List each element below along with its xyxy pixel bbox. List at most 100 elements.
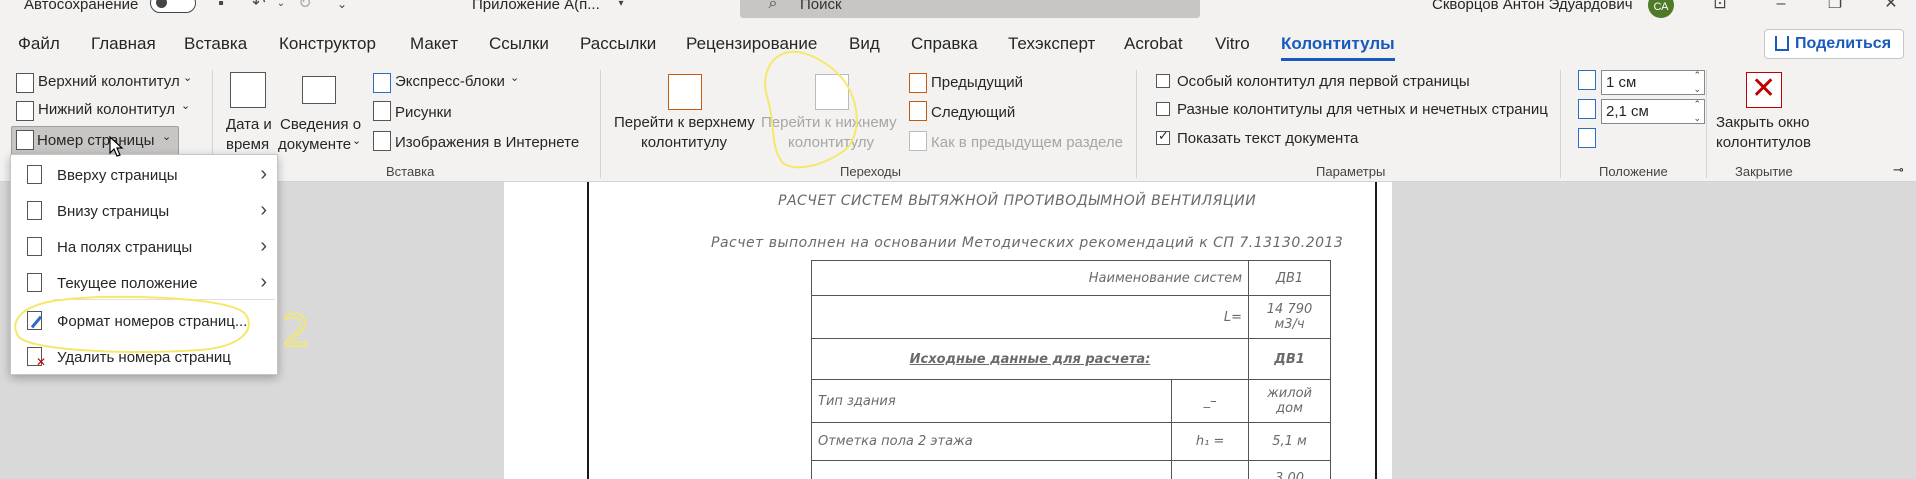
close-window-icon[interactable]: ✕ [1882,0,1900,14]
online-pictures-button[interactable]: Изображения в Интернете [395,134,579,151]
submenu-arrow-icon: › [260,199,267,221]
document-page[interactable]: РАСЧЕТ СИСТЕМ ВЫТЯЖНОЙ ПРОТИВОДЫМНОЙ ВЕН… [504,182,1392,479]
tab-review[interactable]: Рецензирование [686,34,817,54]
spinner-arrows-icon[interactable]: ⌃ ⌄ [1693,68,1701,96]
next-button[interactable]: Следующий [931,104,1015,121]
menu-item-format-page-numbers[interactable]: Формат номеров страниц... [11,305,279,339]
header-position-spinner[interactable]: 1 см ⌃ ⌄ [1601,70,1705,95]
tab-acrobat[interactable]: Acrobat [1124,34,1183,54]
menu-item-label: Вверху страницы [57,167,178,184]
tab-references[interactable]: Ссылки [489,34,549,54]
avatar[interactable]: СА [1648,0,1674,18]
ribbon-display-icon[interactable]: ⊡ [1711,0,1729,14]
annotation-mark: 2 [282,306,310,357]
pictures-button[interactable]: Рисунки [395,104,452,121]
doc-info-button[interactable]: Сведения о [280,116,361,133]
header-dropdown-icon[interactable]: ⌄ [183,71,192,84]
table-cell: Отметка пола 2 этажа [810,422,1173,461]
save-icon[interactable]: ▪ [212,0,230,14]
table-cell [1171,460,1250,479]
menu-item-bottom-of-page[interactable]: Внизу страницы › [11,195,279,229]
goto-footer-label-2: колонтитулу [788,134,875,151]
close-header-footer-label-2: колонтитулов [1716,134,1811,151]
page-number-icon [16,130,34,150]
checkmark-icon: ✓ [1158,128,1169,143]
group-insert: Вставка [386,164,435,179]
close-header-footer-button[interactable]: Закрыть окно [1716,114,1809,131]
tab-mailings[interactable]: Рассылки [580,34,656,54]
search-placeholder: Поиск [800,0,842,13]
menu-item-page-margins[interactable]: На полях страницы › [11,231,279,265]
menu-item-remove-page-numbers[interactable]: ✕ Удалить номера страниц [11,341,279,375]
separator [600,70,601,178]
table-row: L= 14 790 м3/ч [810,295,1331,339]
goto-header-button[interactable]: Перейти к верхнему [614,114,755,131]
table-cell: 14 790 м3/ч [1248,295,1331,339]
different-first-label: Особый колонтитул для первой страницы [1177,73,1470,90]
insert-alignment-tab-icon[interactable] [1578,128,1596,148]
user-name[interactable]: Скворцов Антон Эдуардович [1432,0,1633,13]
footer-position-icon [1578,99,1596,119]
page-bottom-icon [27,201,42,220]
table-cell: ДВ1 [1248,260,1331,296]
group-position: Положение [1599,164,1668,179]
tab-file[interactable]: Файл [18,34,60,54]
title-bar: Автосохранение ▪ ↶ ⌄ ↻ ⌄ Приложение А(п.… [0,0,1916,18]
link-previous-button[interactable]: Как в предыдущем разделе [931,134,1123,151]
table-cell: L= [810,295,1250,339]
submenu-arrow-icon: › [260,163,267,185]
tab-design[interactable]: Конструктор [279,34,376,54]
show-doc-text-checkbox[interactable]: ✓ [1156,128,1170,145]
page-number-button[interactable]: Номер страницы ⌄ [11,126,179,155]
page-number-dropdown-icon: ⌄ [162,131,172,143]
customize-qat-icon[interactable]: ⌄ [333,0,351,14]
goto-footer-button[interactable]: Перейти к нижнему [761,114,897,131]
quick-parts-dropdown-icon[interactable]: ⌄ [510,71,519,84]
table-cell: _– [1171,379,1250,423]
table-cell: жилой дом [1248,379,1331,423]
previous-button[interactable]: Предыдущий [931,74,1023,91]
undo-dropdown-icon[interactable]: ⌄ [272,0,290,14]
page-top-icon [27,165,42,184]
restore-icon[interactable]: ❐ [1826,0,1844,14]
cell-line: жилой [1267,386,1312,401]
current-position-icon [27,273,42,292]
doc-info-dropdown-icon[interactable]: ⌄ [352,134,361,147]
tab-layout[interactable]: Макет [410,34,458,54]
footer-button[interactable]: Нижний колонтитул [38,101,175,118]
tab-tekhexpert[interactable]: Техэксперт [1008,34,1095,54]
autosave-toggle[interactable] [150,0,196,13]
quick-parts-button[interactable]: Экспресс-блоки [395,73,505,90]
undo-icon[interactable]: ↶ [250,0,268,14]
close-header-footer-icon: ✕ [1746,72,1782,108]
date-time-button[interactable]: Дата и [226,116,272,133]
title-dropdown-icon[interactable]: ▾ [612,0,630,14]
minimize-icon[interactable]: – [1772,0,1790,14]
separator [1706,70,1707,178]
menu-separator [53,299,275,300]
separator [1560,70,1561,178]
table-row: Наименование систем ДВ1 [810,260,1331,296]
tab-insert[interactable]: Вставка [184,34,247,54]
tab-vitro[interactable]: Vitro [1215,34,1250,54]
table-cell: 3,00 [1248,460,1331,479]
different-odd-even-checkbox[interactable] [1156,102,1170,116]
group-navigation: Переходы [840,164,901,179]
tab-view[interactable]: Вид [849,34,880,54]
menu-item-current-position[interactable]: Текущее положение › [11,267,279,301]
tab-header-footer[interactable]: Колонтитулы [1281,34,1395,61]
redo-icon[interactable]: ↻ [296,0,314,14]
different-first-checkbox[interactable] [1156,74,1170,88]
search-box[interactable]: ⌕ Поиск [740,0,1200,18]
spinner-arrows-icon[interactable]: ⌃ ⌄ [1693,97,1701,125]
menu-item-top-of-page[interactable]: Вверху страницы › [11,159,279,193]
table-cell: Наименование систем [810,260,1250,296]
share-button[interactable]: Поделиться [1764,29,1904,59]
document-title[interactable]: Приложение А(п... [472,0,600,13]
footer-dropdown-icon[interactable]: ⌄ [181,99,190,112]
pin-ribbon-icon[interactable]: ⊸ [1893,162,1904,178]
tab-help[interactable]: Справка [911,34,978,54]
footer-position-spinner[interactable]: 2,1 см ⌃ ⌄ [1601,99,1705,124]
tab-home[interactable]: Главная [91,34,156,54]
header-button[interactable]: Верхний колонтитул [38,73,180,90]
